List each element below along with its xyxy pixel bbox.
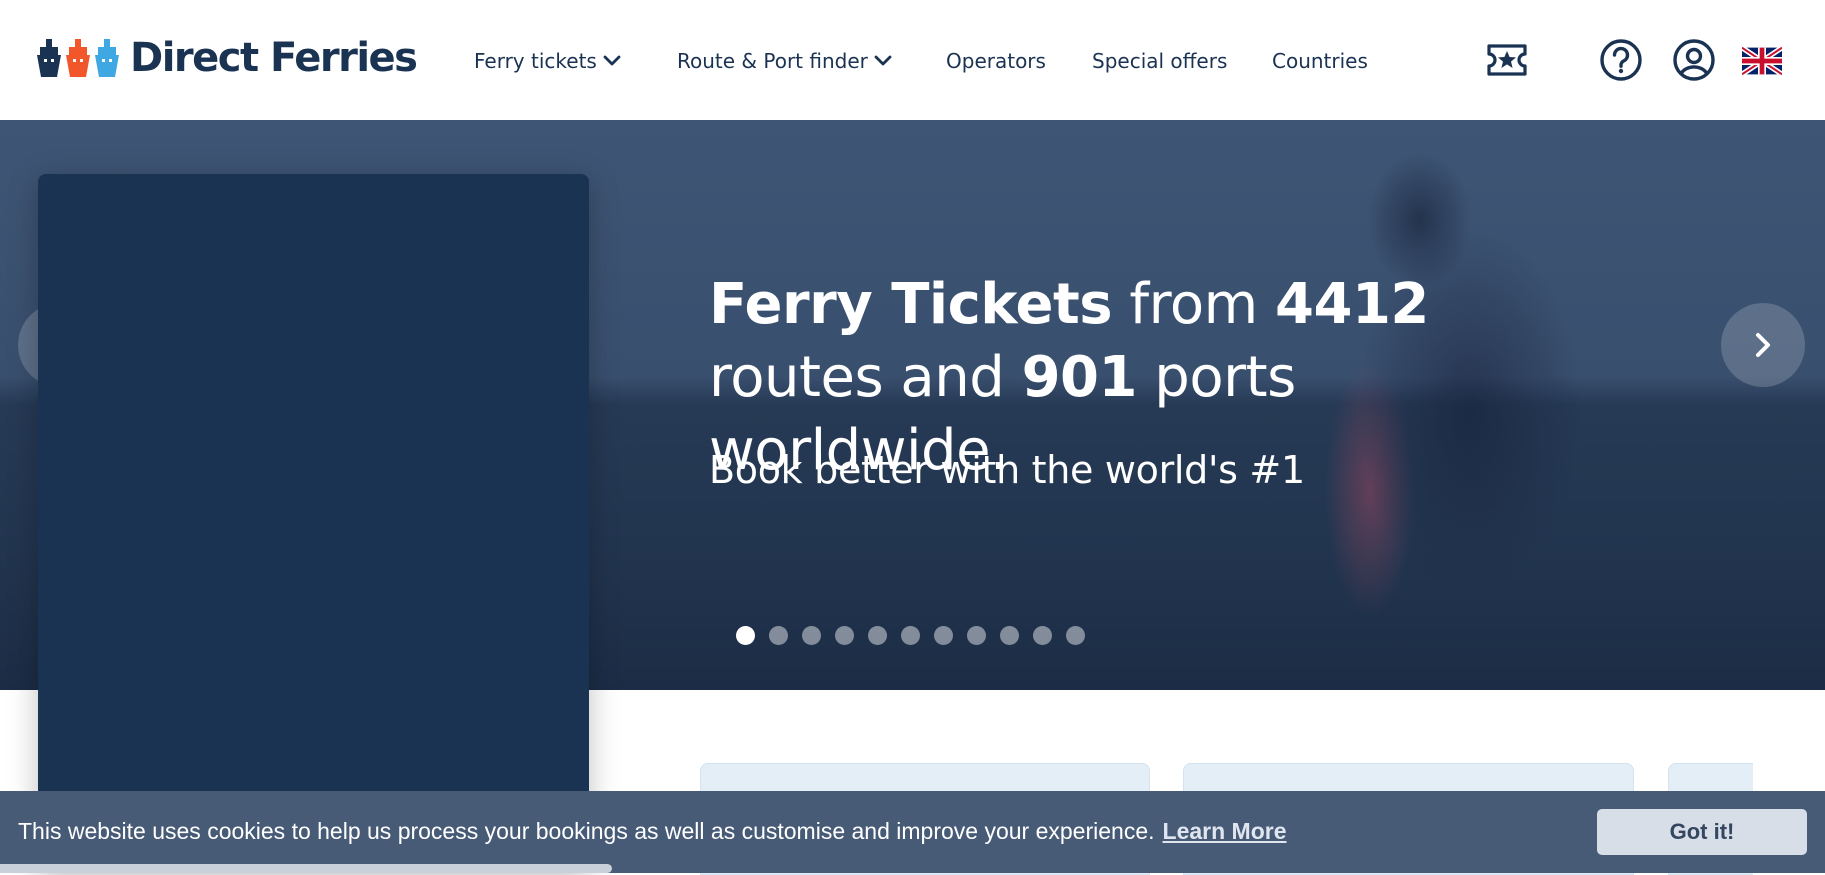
nav-ferry-tickets[interactable]: Ferry tickets (474, 46, 621, 76)
carousel-dot[interactable] (868, 626, 887, 645)
cookie-message-wrap: This website uses cookies to help us pro… (18, 818, 1287, 845)
brand-name: Direct Ferries (130, 35, 418, 81)
hero-subheadline: Book better with the world's #1 (709, 448, 1305, 492)
headline-text: routes and (709, 345, 1022, 410)
nav-label: Ferry tickets (474, 49, 597, 73)
nav-label: Countries (1272, 49, 1368, 73)
nav-operators[interactable]: Operators (946, 46, 1046, 76)
carousel-dot[interactable] (1000, 626, 1019, 645)
nav-special-offers[interactable]: Special offers (1092, 46, 1227, 76)
nav-countries[interactable]: Countries (1272, 46, 1368, 76)
chevron-right-icon (1756, 333, 1770, 357)
chevron-down-icon (874, 55, 892, 66)
cookie-message: This website uses cookies to help us pro… (18, 818, 1155, 844)
carousel-dot[interactable] (901, 626, 920, 645)
ports-count: 901 (1021, 345, 1138, 410)
ticket-star-icon[interactable] (1486, 43, 1528, 77)
help-icon[interactable] (1599, 38, 1643, 82)
ferry-logo-icons (34, 37, 124, 79)
headline-text: from (1112, 272, 1276, 337)
carousel-dot[interactable] (1066, 626, 1085, 645)
nav-route-port-finder[interactable]: Route & Port finder (677, 46, 892, 76)
brand-logo[interactable]: Direct Ferries (34, 34, 418, 82)
carousel-dot[interactable] (1033, 626, 1052, 645)
nav-label: Route & Port finder (677, 49, 868, 73)
carousel-dot[interactable] (769, 626, 788, 645)
account-icon[interactable] (1672, 38, 1716, 82)
headline-bold: Ferry Tickets (709, 272, 1113, 337)
cookie-consent-bar: This website uses cookies to help us pro… (0, 791, 1825, 873)
horizontal-scrollbar[interactable] (0, 864, 612, 873)
carousel-dot[interactable] (802, 626, 821, 645)
learn-more-link[interactable]: Learn More (1163, 818, 1287, 844)
uk-flag-icon[interactable] (1742, 46, 1782, 76)
nav-label: Special offers (1092, 49, 1228, 73)
routes-count: 4412 (1275, 272, 1429, 337)
carousel-dots (736, 626, 1085, 645)
got-it-button[interactable]: Got it! (1597, 809, 1807, 855)
chevron-down-icon (603, 55, 621, 66)
nav-label: Operators (946, 49, 1046, 73)
carousel-next-button[interactable] (1721, 303, 1805, 387)
site-header: Direct Ferries Ferry tickets Route & Por… (0, 0, 1825, 120)
carousel-dot[interactable] (967, 626, 986, 645)
carousel-dot[interactable] (934, 626, 953, 645)
carousel-dot[interactable] (736, 626, 755, 645)
booking-search-panel (38, 174, 589, 873)
carousel-dot[interactable] (835, 626, 854, 645)
